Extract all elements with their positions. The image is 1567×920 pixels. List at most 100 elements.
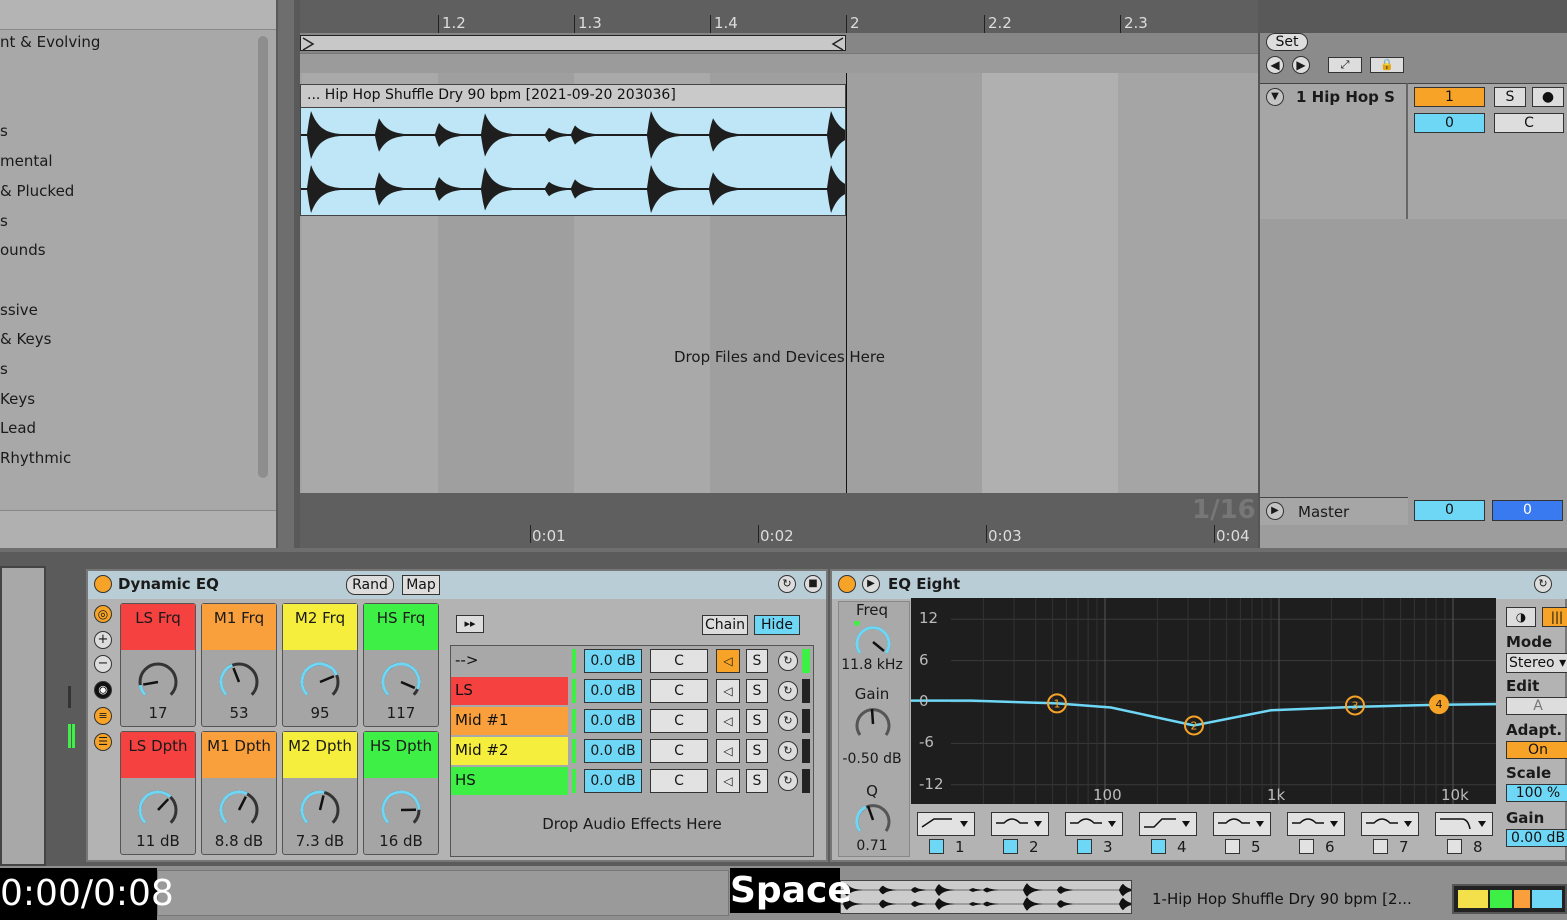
overview-strip[interactable] [157, 870, 729, 916]
band-filter-type-select[interactable] [1213, 812, 1271, 836]
band-enable-checkbox[interactable] [1077, 839, 1092, 854]
analyzer-icon[interactable]: ||| [1542, 607, 1567, 627]
speaker-icon[interactable]: ◁ [716, 709, 740, 733]
hot-swap-icon[interactable]: ↻ [778, 651, 798, 671]
gain-knob[interactable] [852, 703, 894, 743]
hot-swap-icon[interactable]: ↻ [778, 711, 798, 731]
macro-knob-6[interactable]: M1 Dpth 8.8 dB [201, 731, 277, 855]
chain-routing-icon[interactable]: ▸▸ [456, 615, 484, 633]
chain-gain[interactable]: 0.0 dB [584, 649, 642, 673]
knob-dial[interactable] [381, 662, 421, 702]
speaker-icon[interactable]: ◁ [716, 679, 740, 703]
band-filter-type-select[interactable] [917, 812, 975, 836]
lock-icon[interactable]: 🔒 [1370, 57, 1404, 73]
chain-name[interactable]: Mid #1 [451, 707, 568, 735]
band-filter-type-select[interactable] [1435, 812, 1493, 836]
loop-bar[interactable] [300, 33, 1258, 53]
expand-icon[interactable]: ▶ [1266, 502, 1284, 520]
master-track-header[interactable]: ▶ Master [1260, 497, 1408, 525]
knob-dial[interactable] [300, 790, 340, 830]
chain-pan[interactable]: C [650, 739, 708, 763]
browser-category-item[interactable]: s [0, 122, 8, 140]
master-volume[interactable]: 0 [1414, 500, 1485, 521]
track-header[interactable]: ▼ 1 Hip Hop S [1260, 83, 1408, 219]
knob-dial[interactable] [300, 662, 340, 702]
band-filter-type-select[interactable] [1287, 812, 1345, 836]
hide-button[interactable]: Hide [754, 615, 800, 635]
master-pan[interactable]: 0 [1492, 500, 1563, 521]
browser-category-item[interactable]: Rhythmic [0, 449, 71, 467]
clip-title[interactable]: ... Hip Hop Shuffle Dry 90 bpm [2021-09-… [300, 84, 846, 108]
chain-gain[interactable]: 0.0 dB [584, 709, 642, 733]
browser-category-item[interactable]: s [0, 360, 8, 378]
power-icon[interactable] [94, 575, 112, 593]
track-activator[interactable]: 1 [1414, 87, 1485, 107]
prev-locator-icon[interactable]: ◀ [1266, 56, 1284, 74]
chain-name[interactable]: HS [451, 767, 568, 795]
remove-macro-icon[interactable]: − [94, 655, 112, 673]
chain-pan[interactable]: C [650, 769, 708, 793]
cpu-meter-icon[interactable] [1452, 884, 1567, 914]
chain-name[interactable]: LS [451, 677, 568, 705]
locator-bar[interactable] [300, 53, 1258, 73]
band-enable-checkbox[interactable] [929, 839, 944, 854]
loop-brace[interactable] [300, 35, 846, 51]
chain-gain[interactable]: 0.0 dB [584, 769, 642, 793]
band-enable-checkbox[interactable] [1003, 839, 1018, 854]
chain-solo[interactable]: S [746, 649, 768, 673]
band-filter-type-select[interactable] [1361, 812, 1419, 836]
speaker-icon[interactable]: ◁ [716, 739, 740, 763]
mode-select[interactable]: Stereo ▾ [1506, 653, 1567, 673]
band-enable-checkbox[interactable] [1151, 839, 1166, 854]
set-button[interactable]: Set [1266, 33, 1308, 51]
save-preset-icon[interactable]: ■ [804, 575, 822, 593]
band-enable-checkbox[interactable] [1373, 839, 1388, 854]
chain-pan[interactable]: C [650, 649, 708, 673]
macro-knob-4[interactable]: HS Frq 117 [363, 603, 439, 727]
band-enable-checkbox[interactable] [1447, 839, 1462, 854]
macro-knob-3[interactable]: M2 Frq 95 [282, 603, 358, 727]
play-preview-icon[interactable]: ▶ [862, 575, 880, 593]
chain-name[interactable]: Mid #2 [451, 737, 568, 765]
chain-solo[interactable]: S [746, 709, 768, 733]
speaker-icon[interactable]: ◁ [716, 649, 740, 673]
chain-solo[interactable]: S [746, 769, 768, 793]
chain-pan[interactable]: C [650, 709, 708, 733]
macro-variations-icon[interactable]: ◎ [94, 605, 112, 623]
time-ruler[interactable]: 0:01 0:02 0:03 0:04 [300, 493, 1258, 548]
audition-icon[interactable]: ◑ [1506, 607, 1536, 627]
show-devices-icon[interactable]: ☰ [94, 733, 112, 751]
macro-knob-5[interactable]: LS Dpth 11 dB [120, 731, 196, 855]
band-enable-checkbox[interactable] [1225, 839, 1240, 854]
knob-dial[interactable] [219, 662, 259, 702]
expand-icon[interactable]: ⤢ [1328, 57, 1362, 73]
chain-solo[interactable]: S [746, 679, 768, 703]
track-name[interactable]: 1 Hip Hop S [1296, 88, 1395, 106]
macro-knob-7[interactable]: M2 Dpth 7.3 dB [282, 731, 358, 855]
hot-swap-icon[interactable]: ↻ [778, 575, 796, 593]
add-macro-icon[interactable]: + [94, 631, 112, 649]
adaptive-q-toggle[interactable]: On [1506, 741, 1567, 759]
knob-dial[interactable] [381, 790, 421, 830]
map-button[interactable]: Map [402, 575, 440, 595]
browser-category-item[interactable]: & Plucked [0, 182, 74, 200]
freq-knob[interactable] [852, 621, 894, 661]
audio-clip-waveform[interactable] [300, 108, 846, 216]
q-knob[interactable] [852, 799, 894, 839]
macro-knob-2[interactable]: M1 Frq 53 [201, 603, 277, 727]
chain-solo[interactable]: S [746, 739, 768, 763]
rand-button[interactable]: Rand [346, 575, 394, 595]
browser-category-item[interactable]: Lead [0, 419, 36, 437]
scale-value[interactable]: 100 % [1506, 784, 1567, 802]
gain-value[interactable]: -0.50 dB [838, 751, 906, 767]
chain-list-icon[interactable]: ≡ [94, 707, 112, 725]
browser-category-item[interactable]: ssive [0, 301, 38, 319]
knob-dial[interactable] [138, 790, 178, 830]
freq-value[interactable]: 11.8 kHz [838, 657, 906, 673]
power-icon[interactable] [838, 575, 856, 593]
track-volume[interactable]: 0 [1414, 113, 1485, 133]
clip-overview-waveform[interactable] [840, 880, 1132, 914]
edit-ab-toggle[interactable]: A [1506, 697, 1567, 715]
next-locator-icon[interactable]: ▶ [1292, 56, 1310, 74]
hot-swap-icon[interactable]: ↻ [778, 771, 798, 791]
